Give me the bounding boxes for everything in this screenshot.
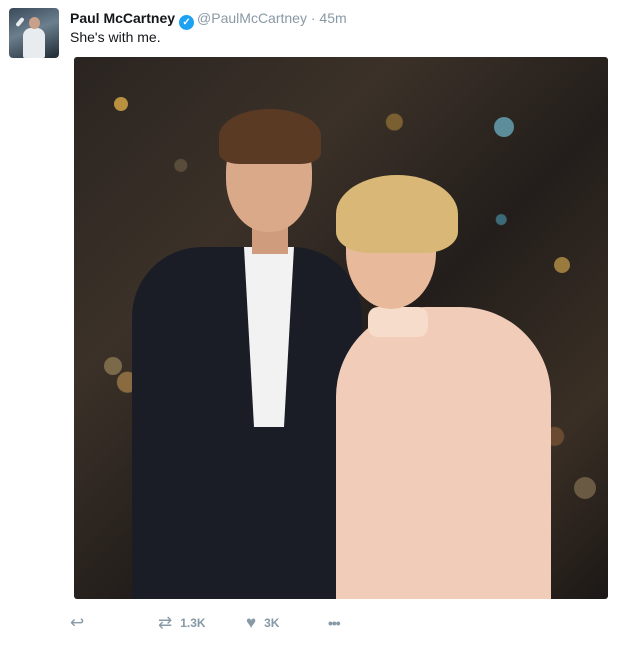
tweet-actions: ↩ ⇄ 1.3K ♥ 3K ••• <box>70 612 470 634</box>
tweet-header: Paul McCartney ✓ @PaulMcCartney · 45m <box>70 8 347 30</box>
header-separator: · <box>310 10 316 26</box>
more-icon: ••• <box>328 615 341 631</box>
retweet-button[interactable]: ⇄ 1.3K <box>158 612 206 634</box>
avatar-figure-body <box>23 28 45 58</box>
tapestry-sequin <box>104 357 122 375</box>
tweet: Paul McCartney ✓ @PaulMcCartney · 45m She'… <box>0 0 620 648</box>
retweet-count: 1.3K <box>180 616 206 630</box>
author-handle[interactable]: @PaulMcCartney <box>197 10 307 26</box>
like-button[interactable]: ♥ 3K <box>246 612 279 634</box>
tweet-timestamp[interactable]: 45m <box>319 10 346 26</box>
tapestry-sequin <box>554 257 570 273</box>
retweet-icon: ⇄ <box>158 613 173 632</box>
author-name[interactable]: Paul McCartney <box>70 10 175 26</box>
photo-woman-hair <box>336 175 458 253</box>
tweet-text: She's with me. <box>70 29 161 45</box>
verified-badge-icon: ✓ <box>179 15 195 30</box>
tapestry-sequin <box>574 477 596 499</box>
heart-icon: ♥ <box>246 613 257 632</box>
reply-button[interactable]: ↩ <box>70 612 84 634</box>
author-avatar[interactable] <box>9 8 59 58</box>
like-count: 3K <box>264 616 280 630</box>
photo-woman-collar <box>368 307 428 337</box>
avatar-figure-arm <box>15 16 25 28</box>
photo-woman-jacket <box>336 307 551 599</box>
reply-icon: ↩ <box>70 613 85 632</box>
tweet-photo[interactable] <box>74 57 608 599</box>
photo-man-hair <box>219 109 321 164</box>
more-button[interactable]: ••• <box>328 612 341 634</box>
tapestry-sequin <box>114 97 128 111</box>
tapestry-sequin <box>494 117 514 137</box>
avatar-figure-head <box>29 17 40 29</box>
